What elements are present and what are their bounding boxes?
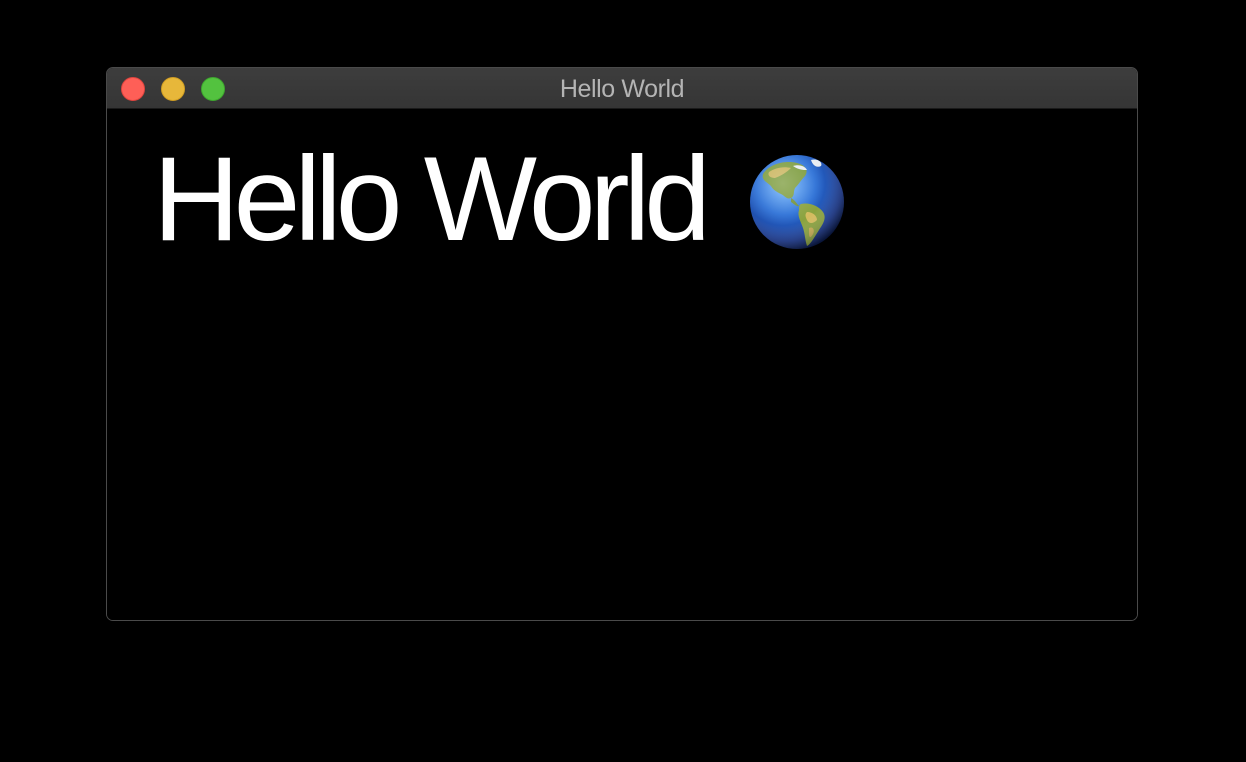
hello-heading: Hello World: [153, 132, 711, 266]
hello-row: Hello World: [153, 139, 845, 259]
window-content: Hello World: [107, 109, 1137, 620]
globe-americas-icon: [749, 154, 845, 250]
app-window: Hello World Hello World: [106, 67, 1138, 621]
window-title: Hello World: [559, 75, 685, 103]
title-bar[interactable]: Hello World: [107, 68, 1137, 109]
